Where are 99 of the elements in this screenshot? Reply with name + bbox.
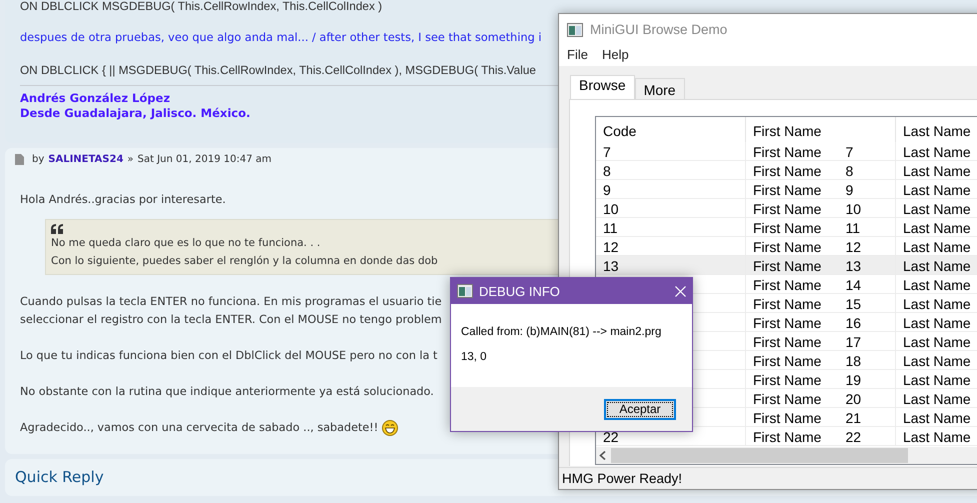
close-icon[interactable] bbox=[675, 286, 686, 296]
table-cell: 14 bbox=[845, 277, 862, 293]
app-icon bbox=[567, 22, 583, 36]
document-icon bbox=[15, 154, 24, 165]
table-cell: 12 bbox=[603, 239, 619, 255]
table-row[interactable]: 13 First Name 13 Last Name bbox=[596, 256, 977, 275]
table-cell: 22 bbox=[845, 429, 862, 445]
post-text: Lo que tu indicas funciona bien con el DblClick del MOUSE pero no con la t bbox=[20, 348, 438, 364]
table-cell: Last Name bbox=[903, 144, 971, 160]
dialog-text: 13, 0 bbox=[461, 351, 488, 363]
table-cell: First Name bbox=[753, 296, 822, 312]
table-cell: 16 bbox=[845, 315, 862, 331]
app-icon bbox=[457, 284, 473, 298]
table-cell: First Name bbox=[753, 220, 822, 236]
table-cell: First Name bbox=[753, 391, 822, 407]
window-title: MiniGUI Browse Demo bbox=[590, 22, 728, 37]
table-cell: 8 bbox=[845, 163, 854, 179]
table-cell: Last Name bbox=[903, 296, 971, 312]
table-cell: Last Name bbox=[903, 258, 971, 274]
table-cell: 7 bbox=[845, 144, 854, 160]
table-cell: Last Name bbox=[903, 410, 971, 426]
table-cell: First Name bbox=[753, 429, 822, 445]
table-cell: 20 bbox=[845, 391, 862, 407]
status-bar: HMG Power Ready! bbox=[559, 467, 977, 489]
table-cell: 9 bbox=[603, 182, 611, 198]
table-cell: 12 bbox=[845, 239, 862, 255]
table-cell: First Name bbox=[753, 163, 822, 179]
post-text: No obstante con la rutina que indique anteriormente ya está solucionado. bbox=[20, 384, 434, 400]
table-row[interactable]: 9 First Name 9 Last Name bbox=[596, 180, 977, 199]
table-cell: 7 bbox=[603, 144, 611, 160]
scroll-left-icon[interactable] bbox=[599, 451, 606, 460]
dialog-title: DEBUG INFO bbox=[479, 284, 561, 298]
accept-button[interactable]: Aceptar bbox=[604, 398, 676, 420]
table-cell: Last Name bbox=[903, 429, 971, 445]
table-cell: Last Name bbox=[903, 201, 971, 217]
table-cell: Last Name bbox=[903, 220, 971, 236]
signature-line: Andrés González López bbox=[19, 91, 172, 106]
code-line: ON DBLCLICK { || MSGDEBUG( This.CellRowIndex, This.CellColIndex ), MSGDEBUG( This.Value bbox=[20, 62, 536, 78]
post-date: Sat Jun 01, 2019 10:47 am bbox=[138, 154, 272, 165]
table-cell: First Name bbox=[753, 353, 822, 369]
table-cell: First Name bbox=[753, 334, 822, 350]
table-cell: First Name bbox=[753, 201, 822, 217]
table-cell: First Name bbox=[753, 372, 822, 388]
menu-item[interactable]: Help bbox=[602, 47, 629, 62]
table-row[interactable]: 7 First Name 7 Last Name bbox=[596, 142, 977, 161]
table-cell: First Name bbox=[753, 239, 822, 255]
table-cell: Last Name bbox=[903, 391, 971, 407]
table-cell: First Name bbox=[753, 277, 822, 293]
table-cell: First Name bbox=[753, 315, 822, 331]
table-cell: 17 bbox=[845, 334, 862, 350]
table-row[interactable]: 11 First Name 11 Last Name bbox=[596, 218, 977, 237]
quote-icon bbox=[51, 224, 63, 234]
table-cell: Last Name bbox=[903, 239, 971, 255]
tab[interactable]: Browse bbox=[570, 75, 635, 99]
quote-text: No me queda claro que es lo que no te funciona. . . bbox=[51, 236, 320, 251]
table-row[interactable]: 12 First Name 12 Last Name bbox=[596, 237, 977, 256]
post-text: Hola Andrés..gracias por interesarte. bbox=[20, 192, 226, 208]
table-cell: 22 bbox=[603, 429, 619, 445]
tab[interactable]: More bbox=[634, 78, 685, 99]
table-cell: 10 bbox=[845, 201, 862, 217]
table-cell: 9 bbox=[845, 182, 854, 198]
table-cell: 18 bbox=[845, 353, 862, 369]
code-line: ON DBLCLICK MSGDEBUG( This.CellRowIndex, This.CellColIndex ) bbox=[20, 0, 382, 14]
author-link[interactable]: SALINETAS24 bbox=[48, 154, 124, 165]
table-row[interactable]: 10 First Name 10 Last Name bbox=[596, 199, 977, 218]
post-by: by bbox=[32, 154, 44, 165]
post-text: Agradecido.., vamos con una cervecita de sabado .., sabadete!! bbox=[20, 420, 378, 436]
table-cell: Last Name bbox=[903, 353, 971, 369]
table-cell: Last Name bbox=[903, 315, 971, 331]
table-cell: 13 bbox=[845, 258, 862, 274]
table-cell: 21 bbox=[845, 410, 862, 426]
table-cell: 11 bbox=[603, 220, 618, 236]
menu-item[interactable]: File bbox=[567, 47, 588, 62]
table-cell: 15 bbox=[845, 296, 862, 312]
table-cell: First Name bbox=[753, 144, 822, 160]
post-text: seleccionar el registro con la tecla ENTER. Con el MOUSE no tengo problem bbox=[20, 312, 442, 328]
signature-line: Desde Guadalajara, Jalisco. México. bbox=[19, 106, 252, 121]
table-cell: Last Name bbox=[903, 334, 971, 350]
table-row[interactable]: 8 First Name 8 Last Name bbox=[596, 161, 977, 180]
scrollbar-thumb[interactable] bbox=[611, 448, 908, 463]
table-cell: 8 bbox=[603, 163, 611, 179]
post-text: despues de otra pruebas, veo que algo anda mal... / after other tests, I see that something i bbox=[20, 30, 542, 46]
table-cell: 13 bbox=[603, 258, 619, 274]
table-cell: First Name bbox=[753, 258, 822, 274]
table-row[interactable]: 22 First Name 22 Last Name bbox=[596, 427, 977, 446]
quick-reply-link[interactable]: Quick Reply bbox=[15, 468, 104, 486]
quote-text: Con lo siguiente, puedes saber el renglón y la columna en donde das dob bbox=[51, 254, 438, 269]
table-cell: First Name bbox=[753, 410, 822, 426]
table-cell: 10 bbox=[603, 201, 619, 217]
table-cell: Last Name bbox=[903, 163, 971, 179]
grin-emoji-icon bbox=[382, 420, 398, 436]
table-cell: 19 bbox=[845, 372, 862, 388]
table-cell: Last Name bbox=[903, 277, 971, 293]
post-text: Cuando pulsas la tecla ENTER no funciona. En mis programas el usuario tie bbox=[20, 294, 442, 310]
table-cell: 11 bbox=[845, 220, 860, 236]
table-cell: First Name bbox=[753, 182, 822, 198]
table-cell: Last Name bbox=[903, 182, 971, 198]
table-cell: Last Name bbox=[903, 372, 971, 388]
separator: » bbox=[127, 154, 134, 165]
